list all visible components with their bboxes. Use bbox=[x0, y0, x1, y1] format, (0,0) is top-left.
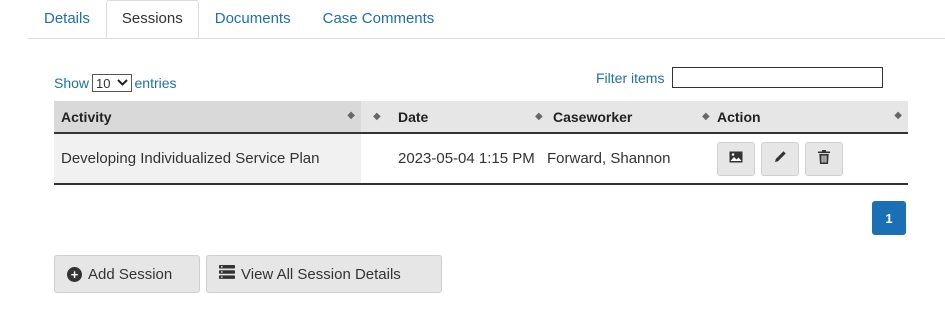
filter-label: Filter items bbox=[596, 69, 665, 86]
sort-icon: ◆ bbox=[373, 111, 381, 122]
cell-date: 2023-05-04 1:15 PM bbox=[398, 150, 535, 167]
cell-activity: Developing Individualized Service Plan bbox=[54, 134, 361, 183]
tab-details[interactable]: Details bbox=[28, 0, 106, 38]
tab-sessions[interactable]: Sessions bbox=[105, 0, 199, 38]
cell-actions bbox=[713, 141, 908, 176]
table-row: Developing Individualized Service Plan 2… bbox=[54, 134, 908, 185]
entries-label: entries bbox=[134, 75, 177, 91]
trash-icon bbox=[818, 149, 830, 168]
pencil-icon bbox=[774, 150, 787, 167]
show-label: Show bbox=[54, 75, 90, 91]
column-header-date[interactable]: ◆ Date bbox=[361, 101, 547, 132]
sort-icon: ◆ bbox=[894, 110, 902, 121]
filter-input[interactable] bbox=[672, 67, 884, 88]
sort-icon: ◆ bbox=[702, 111, 710, 122]
plus-circle-icon: + bbox=[67, 266, 82, 282]
image-icon bbox=[729, 150, 743, 167]
list-icon bbox=[219, 265, 235, 283]
entries-value: 10 bbox=[96, 75, 111, 91]
sessions-table: Activity ◆ ◆ Date ◆ Caseworker ◆ Action … bbox=[54, 101, 908, 185]
view-all-session-details-button[interactable]: View All Session Details bbox=[206, 255, 442, 293]
add-session-label: Add Session bbox=[88, 265, 173, 283]
column-header-label: Caseworker bbox=[553, 108, 633, 125]
chevron-down-icon bbox=[116, 78, 128, 88]
pagination-page-1[interactable]: 1 bbox=[872, 201, 906, 235]
column-header-label: Date bbox=[398, 108, 429, 125]
column-header-action[interactable]: ◆ Action ◆ bbox=[702, 101, 908, 132]
filter-control: Filter items bbox=[596, 67, 884, 88]
view-all-label: View All Session Details bbox=[241, 265, 401, 283]
tab-documents[interactable]: Documents bbox=[199, 0, 307, 38]
sort-icon: ◆ bbox=[347, 110, 355, 121]
tab-bar: Details Sessions Documents Case Comments bbox=[28, 0, 450, 38]
entries-select[interactable]: 10 bbox=[92, 74, 132, 92]
column-header-activity[interactable]: Activity ◆ bbox=[54, 101, 361, 132]
column-header-label: Activity bbox=[61, 108, 112, 125]
delete-button[interactable] bbox=[805, 141, 843, 176]
column-header-label: Action bbox=[717, 108, 761, 125]
table-body: Developing Individualized Service Plan 2… bbox=[54, 134, 908, 185]
cell-caseworker: Forward, Shannon bbox=[547, 150, 671, 167]
column-header-caseworker[interactable]: ◆ Caseworker bbox=[535, 101, 713, 132]
entries-length-control: Show 10 entries bbox=[54, 74, 177, 92]
sort-icon: ◆ bbox=[535, 111, 543, 122]
table-header: Activity ◆ ◆ Date ◆ Caseworker ◆ Action … bbox=[54, 101, 908, 134]
add-session-button[interactable]: + Add Session bbox=[54, 255, 200, 293]
tab-case-comments[interactable]: Case Comments bbox=[307, 0, 451, 38]
view-image-button[interactable] bbox=[717, 141, 755, 176]
edit-button[interactable] bbox=[761, 141, 799, 176]
